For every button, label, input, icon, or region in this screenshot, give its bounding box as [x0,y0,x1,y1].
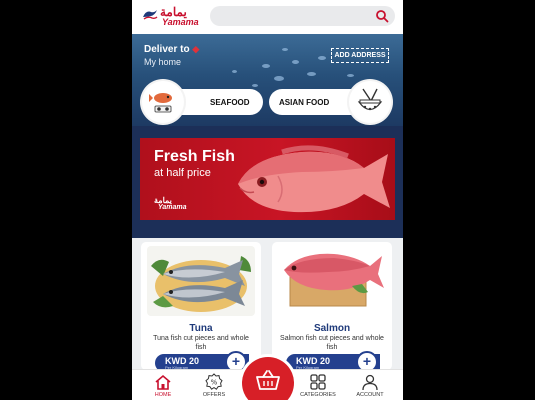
logo-english-text: Yamama [162,17,199,27]
nav-categories[interactable]: CATEGORIES [293,373,343,398]
asian-food-icon[interactable] [349,81,391,123]
nav-home[interactable]: HOME [138,373,188,398]
search-input[interactable] [210,6,395,26]
svg-text:%: % [211,379,218,387]
seafood-icon[interactable] [142,81,184,123]
salmon-image [278,246,386,316]
product-description: Tuna fish cut pieces and whole fish [153,335,249,351]
app-screen: يمامة Yamama Deliver to ◆ My home ADD AD… [132,0,403,400]
delivery-location[interactable]: My home [144,57,181,67]
product-card-salmon[interactable]: Salmon Salmon fish cut pieces and whole … [272,242,392,370]
categories-icon [310,374,326,390]
offers-icon: % [205,373,223,390]
add-to-cart-button[interactable]: + [356,351,378,370]
category-seafood-label: SEAFOOD [210,97,250,107]
banner-subtitle: at half price [154,167,211,179]
nav-offers-label: OFFERS [202,392,226,398]
banner-title: Fresh Fish [154,148,235,165]
top-bar: يمامة Yamama [132,0,403,34]
yamama-logo[interactable]: يمامة Yamama [142,6,204,28]
cart-button[interactable] [242,357,294,400]
nav-offers[interactable]: % OFFERS [189,373,239,398]
deliver-to-text: Deliver to [144,44,190,55]
product-description: Salmon fish cut pieces and whole fish [280,335,384,351]
add-to-cart-button[interactable]: + [225,351,247,370]
deliver-to-label[interactable]: Deliver to ◆ [144,44,199,55]
tuna-image [147,246,255,316]
nav-categories-label: CATEGORIES [300,392,336,398]
category-asian-food-label: ASIAN FOOD [279,97,330,107]
account-icon [362,374,378,391]
home-icon [155,374,171,390]
banner-logo-english: Yamama [158,204,187,211]
nav-home-label: HOME [154,392,172,398]
snapper-fish-image [238,145,390,213]
bird-logo-icon [143,10,158,20]
product-card-tuna[interactable]: Tuna Tuna fish cut pieces and whole fish… [141,242,261,370]
nav-account[interactable]: ACCOUNT [345,373,395,398]
location-pin-icon: ◆ [192,44,200,54]
product-name: Salmon [313,323,351,334]
product-name: Tuna [189,323,213,334]
add-address-button[interactable]: ADD ADDRESS [331,48,389,63]
search-icon[interactable] [375,9,389,23]
nav-account-label: ACCOUNT [356,392,384,398]
promo-banner[interactable]: Fresh Fish at half price يمامة Yamama [140,138,395,220]
basket-icon [256,370,280,390]
